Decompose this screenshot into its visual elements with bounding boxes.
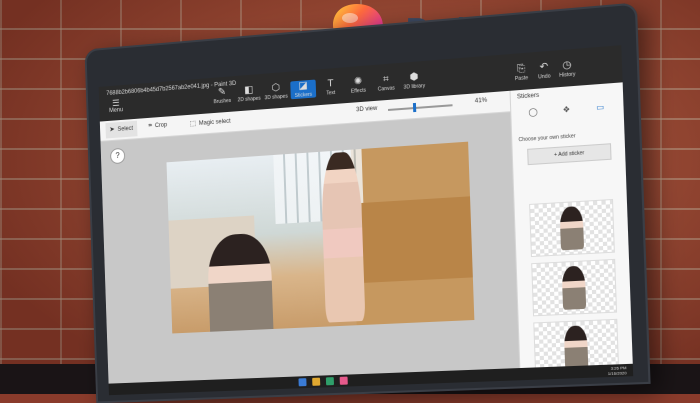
edge-icon[interactable] <box>298 378 306 386</box>
zoom-percentage: 41% <box>475 98 488 105</box>
sticker-figure-thumb <box>564 325 589 369</box>
tab-shape-stickers[interactable]: ◯ <box>521 105 544 121</box>
effects-icon: ✺ <box>345 75 371 89</box>
tool-label: Text <box>326 90 335 97</box>
menu-button[interactable]: ☰ Menu <box>105 98 128 114</box>
undo-button[interactable]: ↶ Undo <box>533 61 554 81</box>
tool-label: Stickers <box>295 92 313 99</box>
taskbar-clock[interactable]: 3:26 PM 1/16/2020 <box>608 365 627 376</box>
sticker-thumbnail[interactable] <box>531 259 617 316</box>
tool-label: 2D shapes <box>238 96 261 104</box>
pointer-icon: ➤ <box>109 126 115 133</box>
texture-icon: ❖ <box>563 105 571 115</box>
select-label: Select <box>117 126 133 133</box>
stickers-icon: ◪ <box>290 80 316 94</box>
magic-select-button[interactable]: ⬚ Magic select <box>190 117 231 128</box>
paint-3d-taskbar-icon[interactable] <box>340 377 348 385</box>
crop-icon: ⌗ <box>148 123 152 130</box>
3d-view-toggle[interactable]: 3D view <box>356 106 377 114</box>
add-sticker-label: Add sticker <box>558 150 584 158</box>
tool-label: Canvas <box>378 85 395 92</box>
tool-stickers[interactable]: ◪ Stickers <box>290 80 316 100</box>
canvas-image[interactable] <box>166 142 474 334</box>
tool-canvas[interactable]: ⌗ Canvas <box>373 73 400 93</box>
stickers-panel: Stickers ◯ ❖ ▭ Choose your own sticker +… <box>510 82 634 380</box>
tool-label: Effects <box>351 88 366 95</box>
help-button[interactable]: ? <box>110 148 125 164</box>
history-button[interactable]: ◷ History <box>556 59 578 79</box>
canvas-area[interactable]: ? <box>100 112 519 395</box>
panel-subtitle: Choose your own sticker <box>518 133 575 143</box>
zoom-slider-thumb[interactable] <box>413 103 416 112</box>
zoom-slider[interactable] <box>388 104 453 111</box>
sticker-figure-thumb <box>559 206 584 250</box>
menu-label: Menu <box>109 107 123 114</box>
undo-icon: ↶ <box>533 61 554 75</box>
sticker-figure[interactable] <box>207 232 274 331</box>
tab-custom-stickers[interactable]: ▭ <box>588 100 612 116</box>
tool-label: Paste <box>515 75 528 82</box>
paste-icon: ⎘ <box>511 63 532 77</box>
sticker-figure-thumb <box>562 266 587 310</box>
paste-button[interactable]: ⎘ Paste <box>511 63 532 83</box>
tool-2d-shapes[interactable]: ◧ 2D shapes <box>236 84 262 104</box>
sticker-shape-icon: ◯ <box>528 107 538 117</box>
laptop: 7688b2b6806b4b45d7b2567ab2e041.jpg - Pai… <box>85 2 651 403</box>
tool-label: Undo <box>538 73 551 80</box>
tool-text[interactable]: T Text <box>318 77 344 97</box>
magic-select-icon: ⬚ <box>190 120 197 127</box>
tool-effects[interactable]: ✺ Effects <box>345 75 371 95</box>
tool-3d-shapes[interactable]: ⬡ 3D shapes <box>263 82 289 102</box>
sticker-thumbnail[interactable] <box>529 199 615 257</box>
panel-tabs: ◯ ❖ ▭ <box>517 99 618 123</box>
paint3d-window: 7688b2b6806b4b45d7b2567ab2e041.jpg - Pai… <box>99 45 634 395</box>
tool-label: 3D library <box>404 83 426 91</box>
crop-label: Crop <box>155 122 167 129</box>
folder-icon: ▭ <box>596 102 604 112</box>
add-sticker-button[interactable]: + Add sticker <box>527 143 611 165</box>
panel-title: Stickers <box>517 93 539 101</box>
clock-date: 1/16/2020 <box>608 370 627 376</box>
crop-button[interactable]: ⌗ Crop <box>148 121 167 130</box>
store-icon[interactable] <box>326 377 334 385</box>
tab-texture-stickers[interactable]: ❖ <box>555 102 579 118</box>
tool-label: Brushes <box>213 98 231 105</box>
magic-select-label: Magic select <box>199 119 231 127</box>
select-button[interactable]: ➤ Select <box>105 121 137 139</box>
canvas-icon: ⌗ <box>373 73 399 87</box>
tool-3d-library[interactable]: ⬢ 3D library <box>401 71 428 91</box>
file-explorer-icon[interactable] <box>312 378 320 386</box>
tool-label: 3D shapes <box>265 94 288 102</box>
text-icon: T <box>318 77 344 91</box>
tool-brushes[interactable]: ✎ Brushes <box>209 86 234 106</box>
photo-counter <box>361 196 473 283</box>
tool-label: History <box>559 71 576 78</box>
